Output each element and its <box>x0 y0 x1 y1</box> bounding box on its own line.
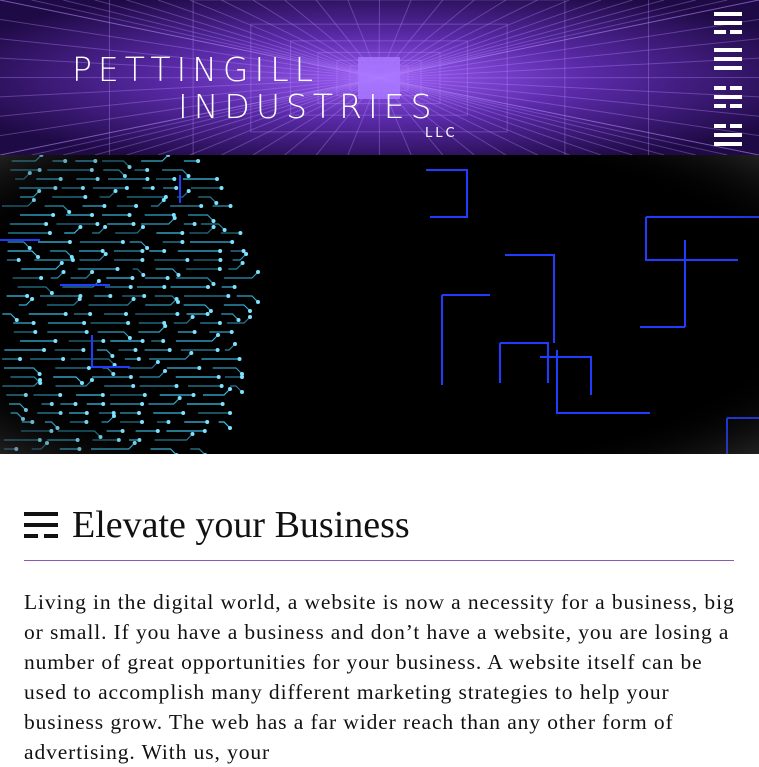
hamburger-menu-icon <box>714 12 742 146</box>
section-paragraph: Living in the digital world, a website i… <box>24 590 735 764</box>
section-divider <box>24 560 734 561</box>
section-title: Elevate your Business <box>72 504 410 546</box>
circuit-board-head-illustration <box>0 155 759 454</box>
logo-suffix: LLC <box>425 126 458 141</box>
logo[interactable]: PETTINGILL INDUSTRIES LLC <box>0 0 759 155</box>
site-header: PETTINGILL INDUSTRIES LLC <box>0 0 759 155</box>
trigram-icon <box>24 512 58 538</box>
section-heading: Elevate your Business <box>24 500 410 550</box>
logo-name-line2: INDUSTRIES <box>178 87 438 126</box>
hero-image <box>0 155 759 454</box>
logo-name-line1: PETTINGILL <box>72 50 319 89</box>
menu-button[interactable] <box>712 10 746 148</box>
